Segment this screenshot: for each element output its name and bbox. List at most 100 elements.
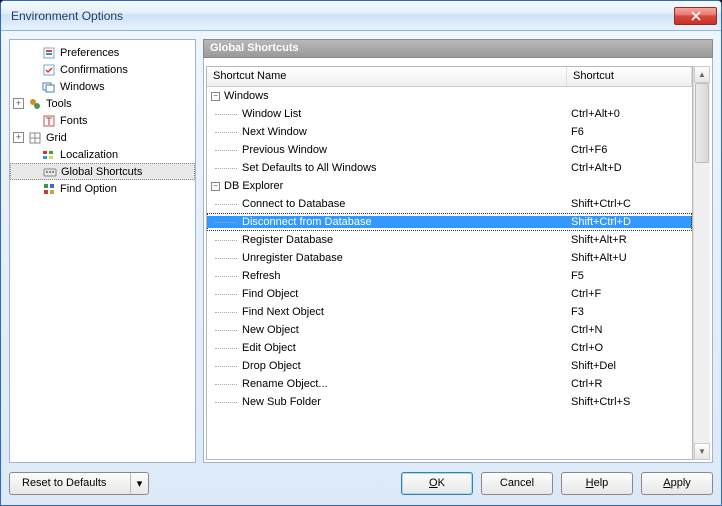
cell-shortcut: Shift+Del [567,360,692,372]
window-title: Environment Options [11,9,674,23]
group-row[interactable]: −DB Explorer [207,177,692,195]
reset-dropdown-arrow[interactable]: ▾ [130,473,148,494]
cancel-button[interactable]: Cancel [481,472,553,495]
shortcut-row[interactable]: Drop Object Shift+Del [207,357,692,375]
shortcut-row[interactable]: Disconnect from DatabaseShift+Ctrl+D [207,213,692,231]
cell-name: −Windows [207,90,567,102]
item-label: New Object [242,324,299,336]
cell-shortcut: Ctrl+F [567,288,692,300]
shortcut-row[interactable]: New Sub Folder Shift+Ctrl+S [207,393,692,411]
shortcut-row[interactable]: Previous WindowCtrl+F6 [207,141,692,159]
shortcut-row[interactable]: Unregister Database Shift+Alt+U [207,249,692,267]
cell-name: Unregister Database [207,252,567,264]
tree-item-global-shortcuts[interactable]: Global Shortcuts [10,163,195,180]
shortcut-row[interactable]: Rename Object...Ctrl+R [207,375,692,393]
apply-button[interactable]: Apply [641,472,713,495]
cell-name: Disconnect from Database [207,216,567,228]
cell-shortcut: Shift+Alt+U [567,252,692,264]
list-body[interactable]: −WindowsWindow ListCtrl+Alt+0Next Window… [207,87,692,459]
tree-line [215,348,237,349]
cell-name: Rename Object... [207,378,567,390]
confirm-icon [41,62,57,78]
tree-line [215,258,237,259]
tree-line [215,312,237,313]
apply-label-u: A [663,477,670,489]
scroll-up-button[interactable]: ▲ [694,66,710,83]
cell-name: Refresh [207,270,567,282]
tree-item-localization[interactable]: Localization [10,146,195,163]
tree-label: Find Option [60,183,117,195]
titlebar[interactable]: Environment Options [1,1,721,31]
col-header-shortcut[interactable]: Shortcut [567,67,692,86]
shortcut-row[interactable]: Connect to DatabaseShift+Ctrl+C [207,195,692,213]
dialog-buttons: OK Cancel Help Apply [401,472,713,495]
shortcut-row[interactable]: Find Next ObjectF3 [207,303,692,321]
dialog-window: Environment Options Preferences Confirmat… [0,0,722,506]
shortcut-row[interactable]: Register Database Shift+Alt+R [207,231,692,249]
tree-item-preferences[interactable]: Preferences [10,44,195,61]
help-button[interactable]: Help [561,472,633,495]
windows-icon [41,79,57,95]
scroll-track[interactable] [694,83,710,443]
cell-name: Drop Object [207,360,567,372]
cell-shortcut: Shift+Alt+R [567,234,692,246]
cell-name: Next Window [207,126,567,138]
shortcut-row[interactable]: Find ObjectCtrl+F [207,285,692,303]
tree-line [215,168,237,169]
cell-name: Set Defaults to All Windows [207,162,567,174]
vertical-scrollbar[interactable]: ▲ ▼ [693,66,710,460]
shortcut-row[interactable]: Next WindowF6 [207,123,692,141]
expand-icon[interactable]: + [13,132,24,143]
content-pane: Global Shortcuts Shortcut Name Shortcut … [203,39,713,463]
reset-defaults-button[interactable]: Reset to Defaults ▾ [9,472,149,495]
cell-shortcut: Ctrl+R [567,378,692,390]
grid-icon [27,130,43,146]
scroll-down-button[interactable]: ▼ [694,443,710,460]
item-label: Unregister Database [242,252,343,264]
tools-icon [27,96,43,112]
cell-shortcut: Ctrl+Alt+0 [567,108,692,120]
group-row[interactable]: −Windows [207,87,692,105]
col-header-name[interactable]: Shortcut Name [207,67,567,86]
close-button[interactable] [674,7,717,25]
collapse-icon[interactable]: − [211,92,220,101]
cell-name: Previous Window [207,144,567,156]
panes: Preferences ConfirmationsWindows + Tools TFo… [9,39,713,463]
tree-line [215,114,237,115]
item-label: Next Window [242,126,307,138]
expand-icon[interactable]: + [13,98,24,109]
tree-item-grid[interactable]: +Grid [10,129,195,146]
cell-shortcut: Ctrl+N [567,324,692,336]
cell-shortcut: Ctrl+O [567,342,692,354]
cell-name: New Object [207,324,567,336]
help-label-u: H [586,477,594,489]
shortcut-row[interactable]: RefreshF5 [207,267,692,285]
cell-name: Connect to Database [207,198,567,210]
shortcut-row[interactable]: New Object Ctrl+N [207,321,692,339]
ok-button[interactable]: OK [401,472,473,495]
shortcut-row[interactable]: Set Defaults to All WindowsCtrl+Alt+D [207,159,692,177]
list-header: Shortcut Name Shortcut [207,67,692,87]
item-label: New Sub Folder [242,396,321,408]
group-label: DB Explorer [224,180,283,192]
cell-shortcut: Shift+Ctrl+S [567,396,692,408]
item-label: Drop Object [242,360,301,372]
category-tree[interactable]: Preferences ConfirmationsWindows + Tools TFo… [9,39,196,463]
item-label: Register Database [242,234,333,246]
cell-shortcut: F5 [567,270,692,282]
collapse-icon[interactable]: − [211,182,220,191]
scroll-thumb[interactable] [695,83,709,163]
tree-item-windows[interactable]: Windows [10,78,195,95]
shortcut-row[interactable]: Edit ObjectCtrl+O [207,339,692,357]
cell-shortcut: Ctrl+F6 [567,144,692,156]
tree-item-fonts[interactable]: TFonts [10,112,195,129]
tree-label: Tools [46,98,72,110]
tree-label: Fonts [60,115,88,127]
tree-item-tools[interactable]: + Tools [10,95,195,112]
tree-item-find-option[interactable]: Find Option [10,180,195,197]
tree-item-confirmations[interactable]: Confirmations [10,61,195,78]
apply-label-rest: pply [671,477,691,489]
shortcut-row[interactable]: Window ListCtrl+Alt+0 [207,105,692,123]
tree-label: Preferences [60,47,119,59]
cell-shortcut: Shift+Ctrl+C [567,198,692,210]
